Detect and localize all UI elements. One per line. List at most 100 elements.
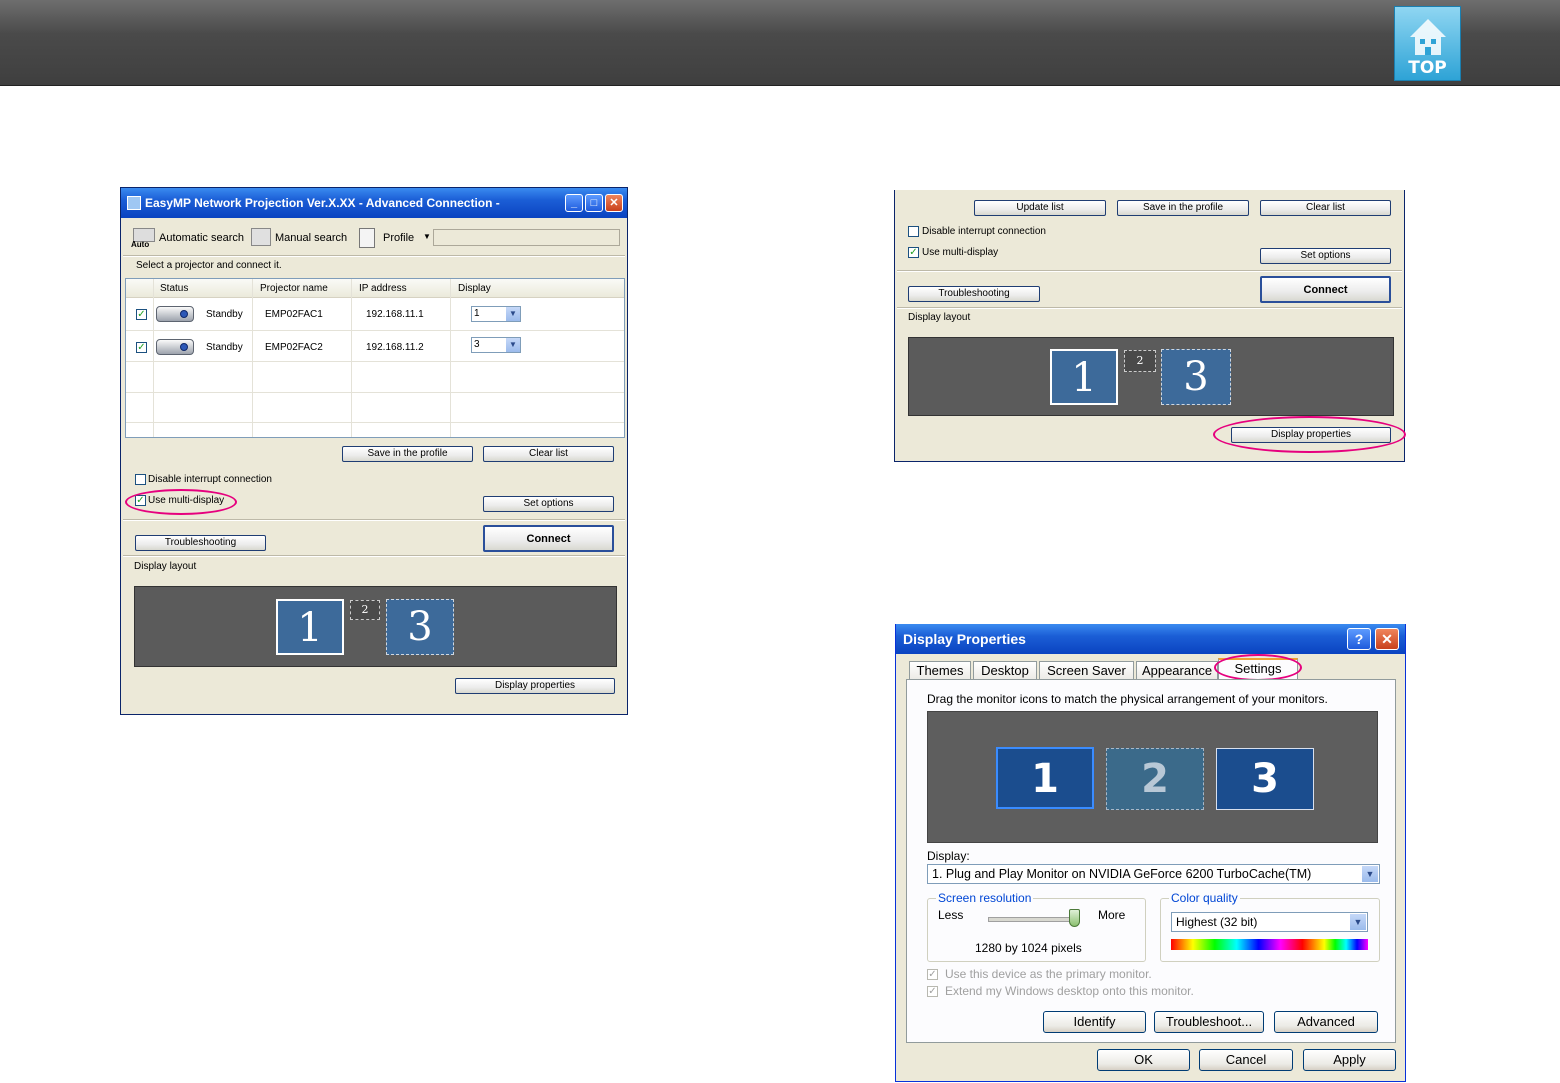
clear-list-button[interactable]: Clear list [1260,200,1391,216]
disable-interrupt-checkbox[interactable] [908,226,919,237]
layout-monitor-1[interactable]: 1 [276,599,344,655]
color-quality-select[interactable]: Highest (32 bit) ▼ [1171,912,1368,932]
manual-search-button[interactable]: Manual search [249,226,349,250]
tab-appearance[interactable]: Appearance [1136,661,1218,679]
chevron-down-icon: ▼ [1350,914,1366,930]
apply-button[interactable]: Apply [1303,1049,1396,1071]
color-quality-label: Color quality [1169,891,1240,905]
highlight-ellipse [1213,416,1406,453]
save-in-profile-button[interactable]: Save in the profile [1117,200,1249,216]
monitor-1[interactable]: 1 [996,747,1094,809]
automatic-search-label: Automatic search [159,232,244,244]
cancel-button[interactable]: Cancel [1199,1049,1293,1071]
set-options-button[interactable]: Set options [483,496,614,512]
resolution-slider-thumb[interactable] [1069,909,1080,927]
toolbar-divider [123,255,625,257]
row-divider [126,392,624,393]
display-layout-label: Display layout [134,561,197,572]
monitor-2[interactable]: 2 [1106,748,1204,810]
automatic-search-button[interactable]: Auto Automatic search [131,226,244,250]
table-row[interactable]: ✓ Standby EMP02FAC2 192.168.11.2 3 ▼ [126,330,624,361]
window-title: Display Properties [903,631,1026,647]
layout-monitor-3[interactable]: 3 [386,599,454,655]
title-bar: EasyMP Network Projection Ver.X.XX - Adv… [121,188,627,218]
minimize-button[interactable]: _ [565,194,583,212]
layout-monitor-2[interactable]: 2 [350,600,380,620]
col-header-ip-address[interactable]: IP address [359,283,407,294]
close-button[interactable]: ✕ [1375,628,1399,650]
home-icon [1410,19,1446,55]
screen-resolution-label: Screen resolution [936,891,1034,905]
layout-monitor-1[interactable]: 1 [1050,349,1118,405]
display-layout-area[interactable]: 1 2 3 [134,586,617,667]
layout-monitor-3[interactable]: 3 [1161,349,1231,405]
display-properties-window: Display Properties ? ✕ Themes Desktop Sc… [895,624,1406,1082]
clear-list-button[interactable]: Clear list [483,446,614,462]
tab-screen-saver[interactable]: Screen Saver [1039,661,1134,679]
primary-monitor-checkbox[interactable]: ✓ [927,969,938,980]
disable-interrupt-label: Disable interrupt connection [148,474,272,485]
troubleshoot-button[interactable]: Troubleshoot... [1154,1011,1264,1033]
maximize-button[interactable]: □ [585,194,603,212]
ok-button[interactable]: OK [1097,1049,1190,1071]
title-bar: Display Properties ? ✕ [896,624,1405,654]
disable-interrupt-label: Disable interrupt connection [922,226,1046,237]
monitor-arrangement-area[interactable]: 1 2 3 [927,711,1378,843]
troubleshooting-button[interactable]: Troubleshooting [908,286,1040,302]
display-layout-area[interactable]: 1 2 3 [908,337,1394,416]
projector-icon [156,306,194,322]
help-button[interactable]: ? [1347,628,1371,650]
row-projector-name: EMP02FAC2 [265,342,323,353]
screen-resolution-group: Screen resolution Less More 1280 by 1024… [927,891,1146,962]
advanced-button[interactable]: Advanced [1274,1011,1378,1033]
tab-themes[interactable]: Themes [909,661,971,679]
col-header-display[interactable]: Display [458,283,491,294]
instruction-text: Select a projector and connect it. [136,260,282,271]
top-label: TOP [1408,58,1447,78]
identify-button[interactable]: Identify [1043,1011,1146,1033]
set-options-button[interactable]: Set options [1260,248,1391,264]
troubleshooting-button[interactable]: Troubleshooting [135,535,266,551]
color-quality-group: Color quality Highest (32 bit) ▼ [1160,891,1380,962]
row-ip-address: 192.168.11.1 [366,309,424,320]
tab-desktop[interactable]: Desktop [973,661,1037,679]
monitor-3[interactable]: 3 [1216,748,1314,810]
instruction-text: Drag the monitor icons to match the phys… [927,692,1328,706]
connect-button[interactable]: Connect [1260,276,1391,303]
auto-icon-text: Auto [131,240,150,249]
profile-path-field[interactable] [433,229,620,246]
update-list-button[interactable]: Update list [974,200,1106,216]
row-checkbox[interactable]: ✓ [136,342,147,353]
list-header: Status Projector name IP address Display [126,279,624,298]
top-link-button[interactable]: TOP [1394,6,1461,81]
projector-icon [156,339,194,355]
chevron-down-icon: ▼ [506,338,520,352]
save-in-profile-button[interactable]: Save in the profile [342,446,473,462]
row-display-value: 1 [474,308,480,319]
display-properties-button[interactable]: Display properties [455,678,615,694]
extend-desktop-checkbox[interactable]: ✓ [927,986,938,997]
display-select[interactable]: 1. Plug and Play Monitor on NVIDIA GeFor… [927,864,1380,884]
row-checkbox[interactable]: ✓ [136,309,147,320]
resolution-value: 1280 by 1024 pixels [975,941,1082,955]
layout-monitor-2[interactable]: 2 [1124,350,1156,372]
more-label: More [1098,908,1126,922]
profile-button[interactable]: Profile ▼ [357,226,433,250]
row-display-select[interactable]: 3 ▼ [471,337,521,353]
highlight-ellipse [125,489,237,515]
use-multi-display-checkbox[interactable]: ✓ [908,247,919,258]
app-icon [127,196,141,210]
close-button[interactable]: ✕ [605,194,623,212]
manual-search-icon [251,228,271,246]
row-display-select[interactable]: 1 ▼ [471,306,521,322]
display-layout-label: Display layout [908,312,971,323]
connect-button[interactable]: Connect [483,525,614,552]
projector-list: Status Projector name IP address Display… [125,278,625,438]
col-header-status[interactable]: Status [160,283,188,294]
col-header-projector-name[interactable]: Projector name [260,283,328,294]
resolution-slider-track[interactable] [988,909,1080,927]
table-row[interactable]: ✓ Standby EMP02FAC1 192.168.11.1 1 ▼ [126,298,624,330]
header-bar: TOP [0,0,1560,86]
section-divider [123,519,625,521]
disable-interrupt-checkbox[interactable] [135,474,146,485]
